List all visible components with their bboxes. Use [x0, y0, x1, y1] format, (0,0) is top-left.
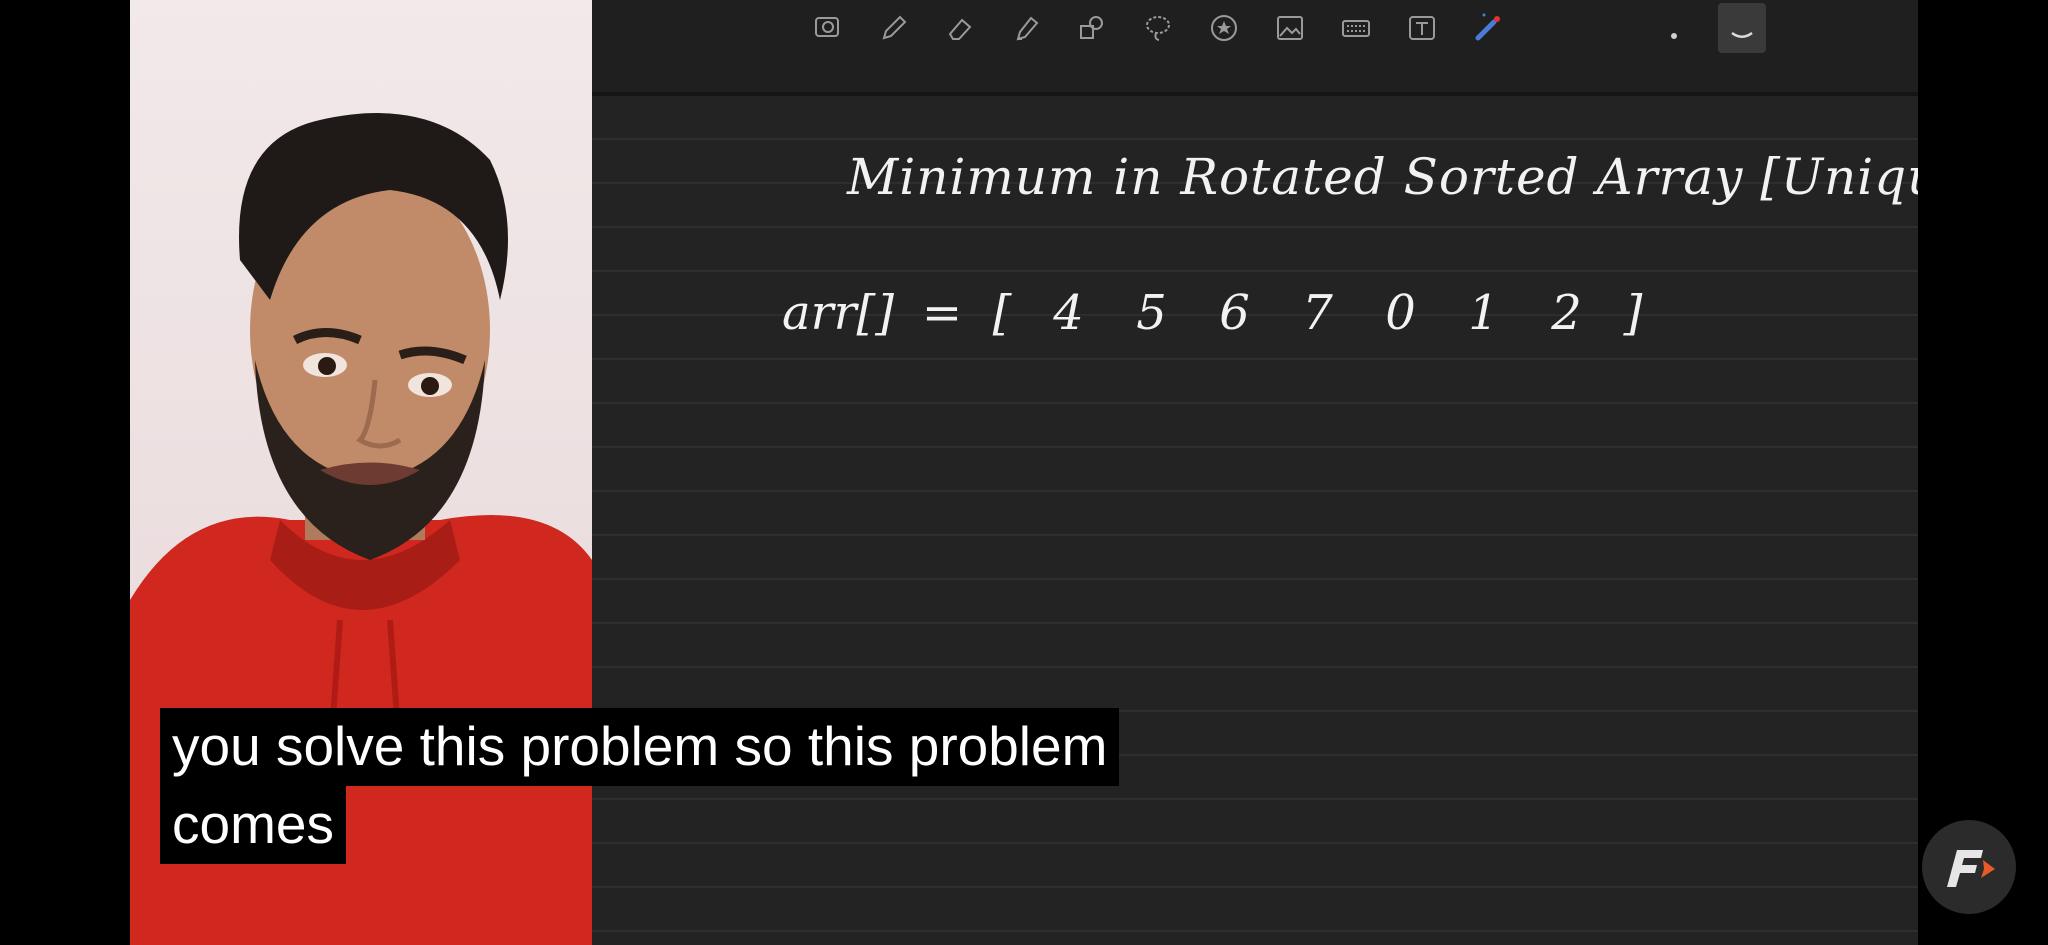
lasso-icon[interactable]	[1140, 10, 1176, 46]
brand-logo-icon	[1947, 850, 1995, 887]
problem-title: Minimum in Rotated Sorted Array [Unique]	[847, 148, 1918, 206]
equals-sign: =	[921, 285, 963, 341]
notes-toolbar	[592, 0, 1918, 96]
array-value: 6	[1219, 285, 1250, 341]
eraser-icon[interactable]	[942, 10, 978, 46]
highlighter-icon[interactable]	[1008, 10, 1044, 46]
array-line: arr[] = [ 4 5 6 7 0 1 2 ]	[782, 285, 1658, 341]
array-value: 7	[1302, 285, 1333, 341]
caption-line-2: comes	[160, 786, 346, 864]
channel-logo[interactable]	[1922, 820, 2016, 914]
lasso-image-icon[interactable]	[810, 10, 846, 46]
open-bracket: [	[992, 285, 1012, 341]
text-box-icon[interactable]	[1404, 10, 1440, 46]
array-value: 2	[1551, 285, 1582, 341]
shapes-icon[interactable]	[1074, 10, 1110, 46]
array-name: arr[]	[782, 285, 894, 341]
keyboard-icon[interactable]	[1338, 10, 1374, 46]
array-value: 5	[1136, 285, 1167, 341]
pen-icon[interactable]	[876, 10, 912, 46]
array-value: 1	[1468, 285, 1499, 341]
image-icon[interactable]	[1272, 10, 1308, 46]
laser-pointer-icon[interactable]	[1470, 10, 1506, 46]
stroke-style-icon[interactable]	[1718, 3, 1766, 53]
color-dot-icon[interactable]	[1656, 10, 1692, 46]
caption-line-1: you solve this problem so this problem	[160, 708, 1120, 786]
star-sticker-icon[interactable]	[1206, 10, 1242, 46]
array-value: 0	[1385, 285, 1416, 341]
subtitle-captions: you solve this problem so this problem c…	[160, 708, 1120, 864]
close-bracket: ]	[1623, 285, 1643, 341]
array-value: 4	[1053, 285, 1084, 341]
